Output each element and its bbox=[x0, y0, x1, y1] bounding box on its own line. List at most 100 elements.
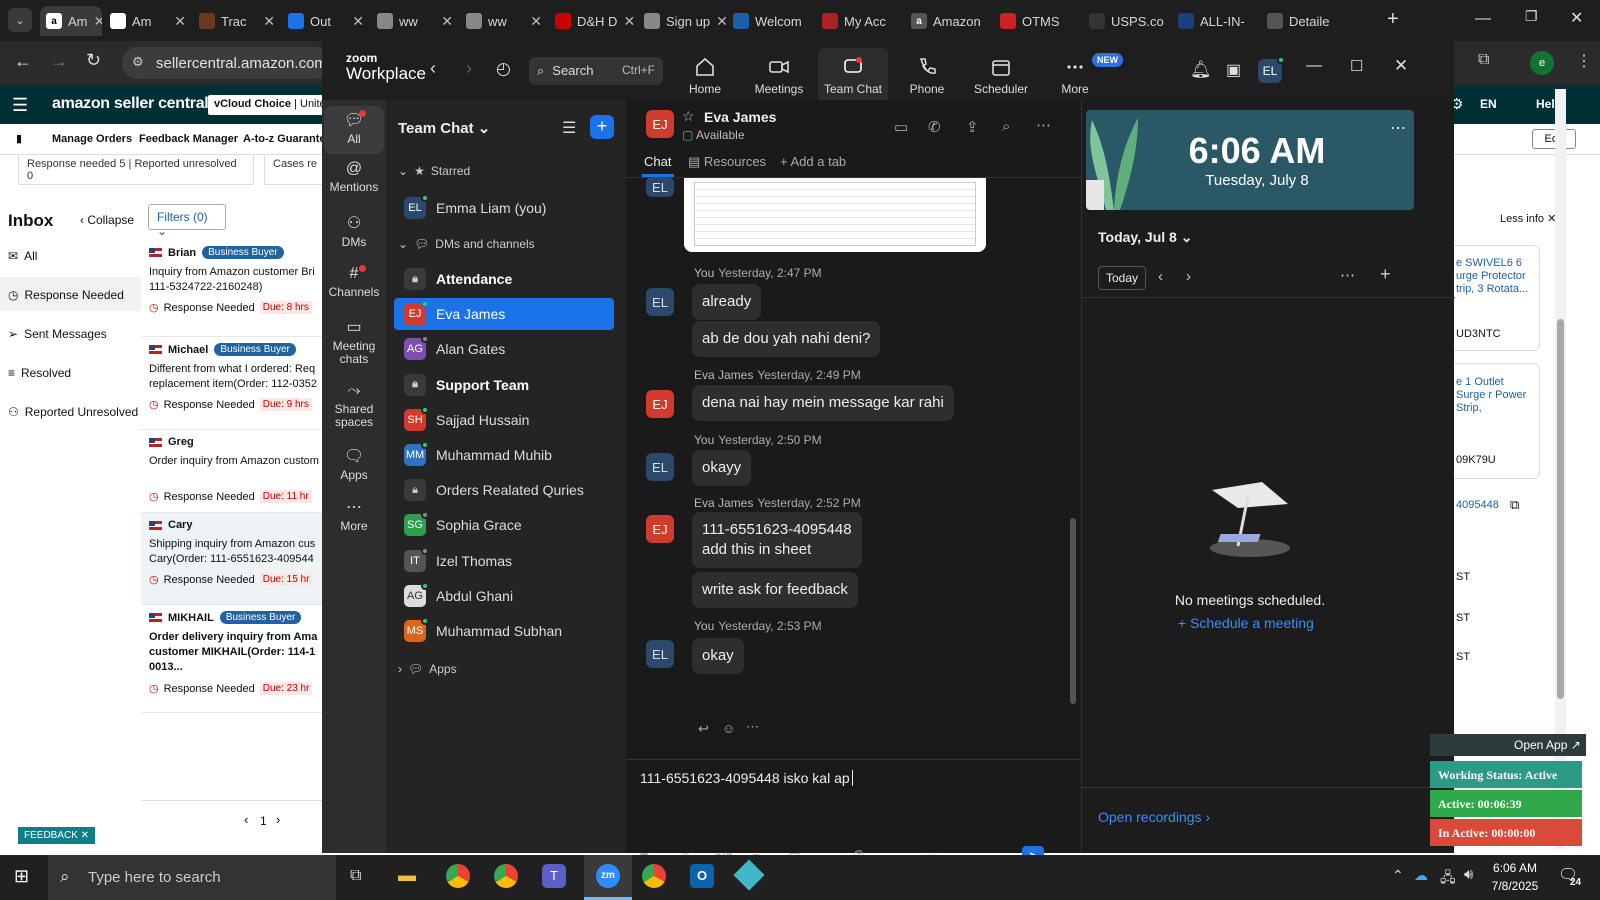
team-chat-dropdown[interactable]: Team Chat ⌄ bbox=[398, 119, 490, 137]
message-bubble[interactable]: ab de dou yah nahi deni? bbox=[692, 321, 881, 357]
feedback-button[interactable]: FEEDBACK ✕ bbox=[18, 827, 96, 844]
open-app-button[interactable]: Open App ↗ bbox=[1430, 734, 1586, 756]
file-explorer-icon[interactable]: ▬ bbox=[398, 865, 416, 886]
rail-more[interactable]: ⋯ More bbox=[324, 497, 384, 533]
tab-close-icon[interactable]: ✕ bbox=[530, 13, 542, 30]
tab-chat[interactable]: Chat bbox=[644, 154, 671, 169]
store-selector[interactable]: vCloud Choice | Unite bbox=[208, 95, 328, 115]
network-icon[interactable]: 🖧︎ bbox=[1440, 867, 1456, 891]
zoom-nav-phone[interactable]: Phone bbox=[889, 56, 965, 96]
browser-tab[interactable]: USPS.co bbox=[1083, 6, 1171, 36]
message-row[interactable]: Michael Business Buyer Different from what… bbox=[141, 337, 331, 430]
zoom-nav-home[interactable]: Home bbox=[667, 56, 743, 96]
attachment-screenshot[interactable] bbox=[684, 178, 986, 252]
rail-meeting-chats[interactable]: ▭ Meeting chats bbox=[324, 317, 384, 366]
zoom-close-button[interactable]: ✕ bbox=[1394, 56, 1408, 76]
teams-icon[interactable]: T bbox=[542, 864, 566, 888]
edit-nav-button[interactable]: Edit bbox=[1532, 129, 1576, 149]
chrome-second-profile-icon[interactable] bbox=[642, 864, 666, 888]
bookmark-icon[interactable]: ▮ bbox=[16, 132, 22, 145]
starred-section-header[interactable]: ⌄ ★ Starred bbox=[398, 164, 470, 178]
windows-start-icon[interactable]: ⊞ bbox=[14, 866, 29, 887]
rail-all[interactable]: 💬︎ All bbox=[324, 106, 384, 154]
rail-shared-spaces[interactable]: ⤳ Shared spaces bbox=[324, 382, 384, 429]
rail-mentions[interactable]: @ Mentions bbox=[324, 160, 384, 194]
browser-tab[interactable]: Sign up ✕ bbox=[638, 6, 726, 36]
profile-avatar[interactable]: e bbox=[1530, 51, 1554, 75]
browser-tab[interactable]: My Acc bbox=[816, 6, 904, 36]
history-icon[interactable]: ◴ bbox=[496, 59, 511, 79]
browser-tab[interactable]: ww ✕ bbox=[460, 6, 548, 36]
chat-more-icon[interactable]: ⋯ bbox=[1036, 116, 1051, 134]
taskbar-time[interactable]: 6:06 AM bbox=[1490, 861, 1540, 875]
chat-item[interactable]: SH Sajjad Hussain bbox=[394, 404, 614, 436]
add-event-icon[interactable]: + bbox=[1380, 264, 1391, 285]
folder-sent-messages[interactable]: ➢ Sent Messages bbox=[8, 327, 107, 341]
message-bubble[interactable]: okay bbox=[692, 638, 744, 674]
chat-item[interactable]: MS Muhammad Subhan bbox=[394, 615, 614, 647]
outlook-taskbar-icon[interactable]: O bbox=[690, 864, 714, 888]
browser-tab[interactable]: a Am ✕ bbox=[40, 6, 102, 36]
apps-section-header[interactable]: › 💬︎ Apps bbox=[398, 662, 457, 676]
notifications-bell-icon[interactable]: 🔔︎ bbox=[1190, 60, 1212, 80]
rail-channels[interactable]: # Channels bbox=[324, 265, 384, 299]
order-id-link[interactable]: 4095448 bbox=[1456, 499, 1499, 511]
seller-central-logo[interactable]: amazon seller central bbox=[52, 95, 209, 113]
tab-search-button[interactable]: ⌄ bbox=[8, 8, 32, 32]
schedule-meeting-link[interactable]: + Schedule a meeting bbox=[1178, 615, 1314, 631]
url-field[interactable]: ⚙ sellercentral.amazon.com/r bbox=[122, 47, 332, 79]
chat-item[interactable]: SG Sophia Grace bbox=[394, 509, 614, 541]
tab-close-icon[interactable]: ✕ bbox=[94, 13, 103, 30]
tab-close-icon[interactable]: ✕ bbox=[716, 13, 726, 30]
back-icon[interactable]: ← bbox=[14, 51, 32, 72]
browser-tab[interactable]: a Amazon bbox=[905, 6, 993, 36]
message-more-icon[interactable]: ⋯ bbox=[746, 719, 759, 735]
page-prev-icon[interactable]: ‹ bbox=[244, 812, 248, 827]
chat-item-self[interactable]: EL Emma Liam (you) bbox=[394, 192, 614, 224]
rail-dms[interactable]: ⚇ DMs bbox=[324, 213, 384, 249]
extensions-icon[interactable]: ⧉ bbox=[1478, 51, 1489, 69]
tab-close-icon[interactable]: ✕ bbox=[352, 13, 364, 30]
copy-icon[interactable]: ⧉ bbox=[1510, 497, 1519, 513]
zoom-back-icon[interactable]: ‹ bbox=[430, 58, 436, 79]
taskbar-search[interactable]: ⌕ Type here to search bbox=[48, 855, 336, 900]
browser-tab[interactable]: Out ✕ bbox=[282, 6, 370, 36]
message-avatar[interactable]: EL bbox=[646, 640, 674, 668]
open-recordings-link[interactable]: Open recordings › bbox=[1098, 809, 1210, 825]
browser-tab[interactable]: ww ✕ bbox=[371, 6, 459, 36]
onedrive-icon[interactable]: ☁ bbox=[1414, 867, 1428, 884]
clock-more-icon[interactable]: ⋯ bbox=[1390, 118, 1406, 138]
folder-resolved[interactable]: ≡ Resolved bbox=[8, 366, 71, 380]
volume-icon[interactable]: 🔊︎ bbox=[1464, 866, 1473, 883]
task-view-icon[interactable]: ⧉ bbox=[350, 867, 361, 885]
nav-feedback-manager[interactable]: Feedback Manager bbox=[139, 133, 238, 145]
contact-name[interactable]: Eva James bbox=[704, 109, 776, 125]
chat-scrollbar[interactable] bbox=[1070, 518, 1076, 704]
zoom-taskbar-icon[interactable]: zm bbox=[596, 864, 620, 888]
zoom-maximize-button[interactable]: ☐ bbox=[1350, 57, 1363, 75]
tab-close-icon[interactable]: ✕ bbox=[623, 13, 635, 30]
forward-icon[interactable]: → bbox=[50, 51, 68, 72]
restore-window-button[interactable]: ❐ bbox=[1525, 8, 1538, 25]
browser-menu-icon[interactable]: ⋮ bbox=[1576, 51, 1592, 71]
add-reaction-icon[interactable]: ☺ bbox=[722, 721, 735, 736]
chat-item[interactable]: 🔒︎ Orders Realated Quries bbox=[394, 474, 614, 506]
browser-tab[interactable]: Welcom bbox=[727, 6, 815, 36]
reply-icon[interactable]: ↩ bbox=[698, 721, 709, 737]
browser-tab[interactable]: OTMS bbox=[994, 6, 1082, 36]
message-bubble[interactable]: dena nai hay mein message kar rahi bbox=[692, 385, 954, 421]
chrome-profile-icon[interactable] bbox=[494, 864, 518, 888]
tray-chevron-icon[interactable]: ⌃ bbox=[1392, 867, 1404, 884]
zoom-nav-chat[interactable]: Team Chat bbox=[815, 56, 891, 96]
browser-tab[interactable]: Detaile bbox=[1261, 6, 1349, 36]
message-bubble[interactable]: 111-6551623-4095448 add this in sheet bbox=[692, 512, 862, 568]
language-selector[interactable]: EN bbox=[1480, 97, 1497, 111]
message-bubble[interactable]: write ask for feedback bbox=[692, 572, 858, 608]
message-row[interactable]: Greg Order inquiry from Amazon custom ◷ Res… bbox=[141, 430, 331, 513]
zoom-minimize-button[interactable]: — bbox=[1306, 57, 1322, 75]
rail-apps[interactable]: 🗨︎ Apps bbox=[324, 446, 384, 482]
tab-resources[interactable]: ▤ Resources bbox=[688, 154, 766, 170]
tab-add[interactable]: + Add a tab bbox=[780, 154, 846, 169]
product-title-link[interactable]: e 1 Outlet Surge r Power Strip, bbox=[1456, 376, 1536, 415]
filters-button[interactable]: Filters (0) ⌄ bbox=[148, 204, 226, 238]
